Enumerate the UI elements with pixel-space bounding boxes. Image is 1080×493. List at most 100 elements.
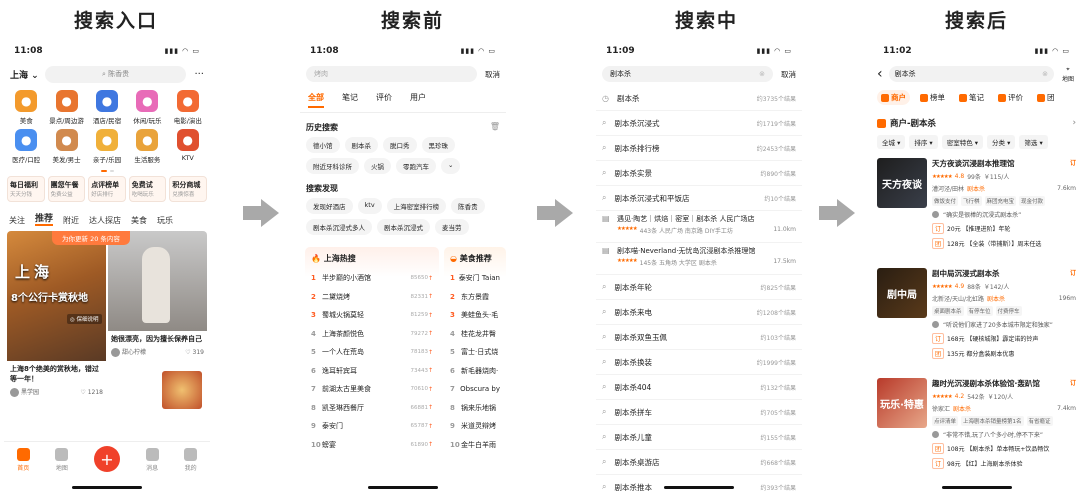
discover-chip[interactable]: 剧本杀沉浸式多人 [306, 219, 372, 235]
history-chip[interactable]: 脱口秀 [383, 137, 417, 153]
tab-3[interactable]: 用户 [410, 92, 426, 108]
category-item[interactable]: ● 医疗/口腔 [6, 129, 46, 164]
food-row[interactable]: 1 泰安门 Taian [450, 269, 500, 288]
discover-chip[interactable]: ktv [357, 198, 382, 214]
food-row[interactable]: 5 富士·日式烧 [450, 343, 500, 362]
deal-row[interactable]: 订 168元 【硬核城限】霹定诺的铃声 [932, 333, 1076, 344]
trash-icon[interactable]: 🗑 [490, 122, 500, 133]
discover-chip[interactable]: 发现好酒店 [306, 198, 353, 214]
filter-3[interactable]: 分类 ▾ [987, 135, 1016, 149]
suggestion-row[interactable]: ⌕ 剧本杀年轮 约825个结果 [596, 275, 802, 300]
promo-item[interactable]: 积分商城 兑换惊喜 [169, 176, 207, 202]
discover-chip[interactable]: 剧本杀沉浸式 [377, 219, 430, 235]
discover-chip[interactable]: 上海密室排行榜 [386, 198, 447, 214]
feed-tab[interactable]: 推荐 [35, 211, 54, 226]
shop-card[interactable]: 剧中局 剧中局沉浸式剧本杀订 ★★★★★ 4.9 88条 ￥142/人 北新泾/天山/北虹路… [873, 261, 1080, 371]
shop-card[interactable]: 天方夜谈 天方夜谈沉浸剧本推理馆订 ★★★★★ 4.8 99条 ￥115/人 漕河泾/田林剧… [873, 151, 1080, 261]
city-selector[interactable]: 上海 ⌄ [10, 68, 39, 81]
hot-search-row[interactable]: 5 一个人在荒岛 78183 ↑ [311, 343, 433, 362]
cancel-button[interactable]: 取消 [485, 69, 500, 80]
hot-search-row[interactable]: 7 前湖太古里美食 70610 ↑ [311, 380, 433, 399]
suggestion-row[interactable]: ⌕ 剧本杀排行榜 约2453个结果 [596, 136, 802, 161]
history-chip[interactable]: 火锅 [364, 158, 391, 174]
feed-card[interactable]: 她很漂亮，因为擅长保养自己 甜心柠檬 ♡ 319 [108, 231, 207, 413]
deal-row[interactable]: 团 128元 【全装（带捕斯）】周末任选 [932, 238, 1076, 249]
poi-row[interactable]: ▤ 遇见·陶艺｜烘焙｜密室｜剧本杀 人民广场店 ★★★★★ 443条 人民广场 南京路… [596, 211, 802, 243]
discover-chip[interactable]: 陈香贵 [451, 198, 485, 214]
deal-row[interactable]: 团 135元 都分盒装剧本优惠 [932, 348, 1076, 359]
hot-search-row[interactable]: 4 上海茶颜悦色 79272 ↑ [311, 325, 433, 344]
suggestion-row[interactable]: ⌕ 剧本杀换装 约1999个结果 [596, 350, 802, 375]
category-item[interactable]: ● 休闲/玩乐 [127, 90, 167, 125]
food-row[interactable]: 10 金牛白羊雨 [450, 436, 500, 455]
cancel-button[interactable]: 取消 [781, 69, 796, 80]
feed-card[interactable]: 上海 8个公行卡赏秋地 ◎ 保细说明 上海8个绝美的赏秋地，错过等一年！ 黑学园… [7, 231, 106, 413]
category-item[interactable]: ● 美食 [6, 90, 46, 125]
map-button[interactable]: ⌖ 地图 [1060, 66, 1076, 83]
hot-search-row[interactable]: 1 半步巅的小酒馆 85650 ↑ [311, 269, 433, 288]
hot-search-row[interactable]: 10 螃宴 61890 ↑ [311, 436, 433, 455]
tab-4[interactable]: 团 [1033, 90, 1059, 105]
deal-row[interactable]: 订 20元 【推理进阶】年轮 [932, 223, 1076, 234]
suggestion-row[interactable]: ⌕ 剧本杀404 约132个结果 [596, 375, 802, 400]
suggestion-row[interactable]: ⌕ 剧本杀拼车 约705个结果 [596, 400, 802, 425]
suggestion-row[interactable]: ⌕ 剧本杀实景 约890个结果 [596, 161, 802, 186]
filter-4[interactable]: 筛选 ▾ [1019, 135, 1048, 149]
shop-card[interactable]: 玩乐·特惠 趣时光沉浸剧本杀体验馆·轰趴馆订 ★★★★★ 4.2 542条 ￥120/人徐… [873, 371, 1080, 481]
more-icon[interactable]: ··· [194, 69, 204, 80]
tab-3[interactable]: 评价 [994, 90, 1027, 105]
feed-tab[interactable]: 玩乐 [157, 215, 173, 226]
suggestion-row[interactable]: ⌕ 剧本杀推本 约393个结果 [596, 475, 802, 493]
suggestion-row[interactable]: ◷ 剧本杀 约3735个结果 [596, 86, 802, 111]
filter-2[interactable]: 密室特色 ▾ [941, 135, 984, 149]
history-chip[interactable]: 剧本杀 [344, 137, 378, 153]
suggestion-row[interactable]: ⌕ 剧本杀沉浸式 约1719个结果 [596, 111, 802, 136]
food-row[interactable]: 3 美蛙鱼头·毛 [450, 306, 500, 325]
search-input[interactable]: 烤肉 [306, 66, 477, 82]
feed-tab[interactable]: 附近 [63, 215, 79, 226]
history-chip[interactable]: 黑珍珠 [421, 137, 455, 153]
tab-2[interactable]: 笔记 [955, 90, 988, 105]
deal-row[interactable]: 团 108元 【剧本杀】单本畅玩+饮品畅饮 [932, 443, 1076, 454]
history-chip[interactable]: 零跑汽车 [396, 158, 436, 174]
category-item[interactable]: ● 亲子/乐园 [87, 129, 127, 164]
promo-item[interactable]: 点评榜单 好店排行 [88, 176, 126, 202]
hot-search-row[interactable]: 2 二黛烧烤 82331 ↑ [311, 288, 433, 307]
tab-0[interactable]: 全部 [308, 92, 324, 108]
promo-item[interactable]: 團您午餐 免费公益 [47, 176, 86, 202]
search-input[interactable]: ⌕ 陈香贵 [44, 65, 187, 83]
hot-search-row[interactable]: 6 逸耳轩宾耳 73443 ↑ [311, 362, 433, 381]
suggestion-row[interactable]: ⌕ 剧本杀沉浸式和平饭店 约10个结果 [596, 186, 802, 211]
food-row[interactable]: 4 桂花龙井臀 [450, 325, 500, 344]
history-chip[interactable]: ⌄ [441, 158, 461, 174]
discover-chip[interactable]: 麦当劳 [435, 219, 469, 235]
tab-0[interactable]: 商户 [877, 90, 910, 105]
food-row[interactable]: 8 锅来乐地锅 [450, 399, 500, 418]
nav-map[interactable]: 地图 [55, 448, 69, 472]
suggestion-row[interactable]: ⌕ 剧本杀双鱼玉佩 约103个结果 [596, 325, 802, 350]
food-row[interactable]: 7 Obscura by [450, 380, 500, 399]
category-item[interactable]: ● 酒店/民宿 [87, 90, 127, 125]
category-item[interactable]: ● 美发/男士 [46, 129, 86, 164]
feed-tab[interactable]: 美食 [131, 215, 147, 226]
history-chip[interactable]: 德小馆 [306, 137, 340, 153]
food-row[interactable]: 2 东方景霞 [450, 288, 500, 307]
suggestion-row[interactable]: ⌕ 剧本杀来电 约1208个结果 [596, 300, 802, 325]
food-row[interactable]: 9 米道灵辩烤 [450, 417, 500, 436]
nav-home[interactable]: 首页 [16, 448, 30, 472]
tab-1[interactable]: 榜单 [916, 90, 949, 105]
hot-search-row[interactable]: 9 泰安门 65787 ↑ [311, 417, 433, 436]
poi-row[interactable]: ▤ 剧本喵·Neverland·无忧岛沉浸剧本杀推理馆 ★★★★★ 145条 五角场 … [596, 243, 802, 275]
feed-tab[interactable]: 达人探店 [89, 215, 121, 226]
hot-search-row[interactable]: 8 凯圣琳西餐厅 66881 ↑ [311, 399, 433, 418]
feed-tab[interactable]: 关注 [9, 215, 25, 226]
filter-1[interactable]: 排序 ▾ [909, 135, 938, 149]
tab-1[interactable]: 笔记 [342, 92, 358, 108]
nav-me[interactable]: 我的 [184, 448, 198, 472]
category-item[interactable]: ● 电影/演出 [168, 90, 208, 125]
tab-2[interactable]: 评价 [376, 92, 392, 108]
promo-item[interactable]: 免费试 吃喝玩乐 [128, 176, 167, 202]
suggestion-row[interactable]: ⌕ 剧本杀桌游店 约668个结果 [596, 450, 802, 475]
nav-publish[interactable]: + [93, 446, 120, 472]
category-item[interactable]: ● 生活服务 [127, 129, 167, 164]
